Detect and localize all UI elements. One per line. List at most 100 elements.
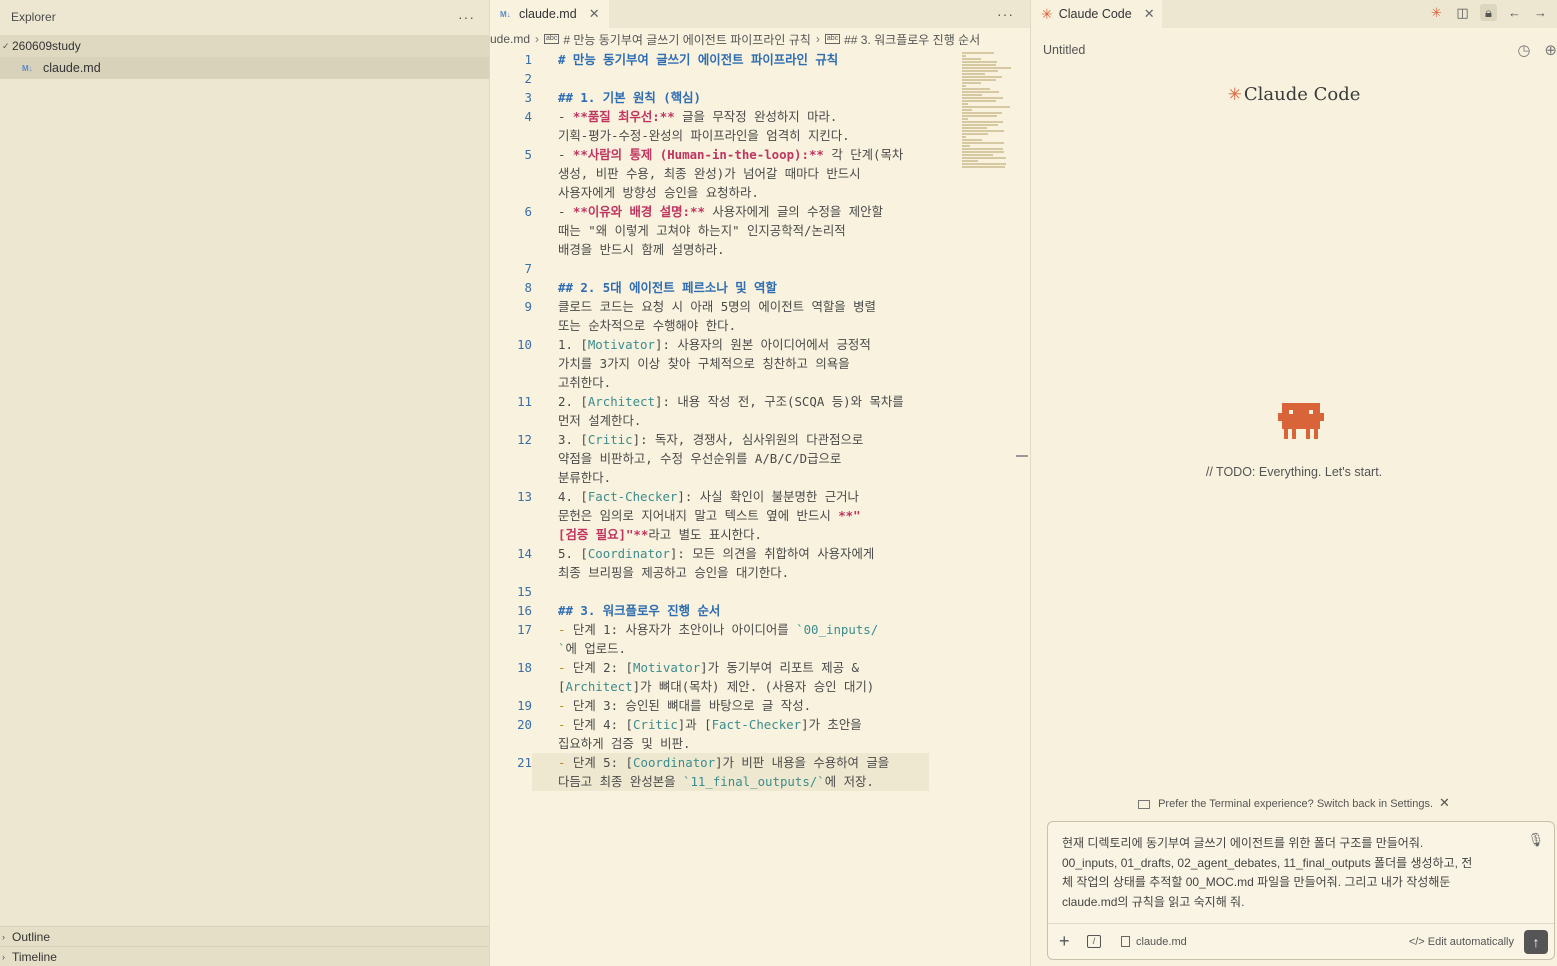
code-token: ]: 모든 의견을 취합하여 사용자에게: [669, 546, 875, 561]
code-line[interactable]: [검증 필요]"**라고 별도 표시한다.: [490, 525, 960, 544]
tab-claude-code[interactable]: ✳ Claude Code ✕: [1031, 0, 1162, 28]
logo-text: Claude Code: [1243, 84, 1361, 105]
code-line[interactable]: 최종 브리핑을 제공하고 승인을 대기한다.: [490, 563, 960, 582]
editor-pane: M↓ claude.md ✕ ··· ude.md › abc # 만능 동기부…: [490, 0, 1030, 966]
line-number: 21: [517, 755, 532, 770]
breadcrumb-file[interactable]: ude.md: [490, 32, 530, 46]
code-line[interactable]: 3 ## 1. 기본 원칙 (핵심): [490, 88, 960, 107]
code-line[interactable]: 집요하게 검증 및 비판.: [490, 734, 960, 753]
code-line[interactable]: 2: [490, 69, 960, 88]
folder-260609study[interactable]: ✓ 260609study: [0, 35, 489, 57]
code-line[interactable]: 8 ## 2. 5대 에이전트 페르소나 및 역할: [490, 278, 960, 297]
minimap-line: [962, 130, 1004, 132]
code-token: -: [558, 660, 573, 675]
scrollbar-marker[interactable]: [1016, 455, 1028, 457]
line-text: 때는 "왜 이렇게 고쳐야 하는지" 인지공학적/논리적: [532, 221, 846, 240]
timeline-section[interactable]: › Timeline: [0, 946, 489, 966]
code-line[interactable]: 5- **사람의 통제 (Human-in-the-loop):** 각 단계(…: [490, 145, 960, 164]
editor-more-icon[interactable]: ···: [997, 6, 1014, 22]
code-line[interactable]: 문헌은 임의로 지어내지 말고 텍스트 옆에 반드시 **": [490, 506, 960, 525]
code-line[interactable]: 사용자에게 방향성 승인을 요청하라.: [490, 183, 960, 202]
code-line[interactable]: 10 1. [Motivator]: 사용자의 원본 아이디어에서 긍정적: [490, 335, 960, 354]
editor-tabbar: M↓ claude.md ✕ ···: [490, 0, 1030, 28]
minimap-line: [962, 145, 971, 147]
explorer-more-icon[interactable]: ···: [458, 9, 475, 25]
code-line[interactable]: 11 2. [Architect]: 내용 작성 전, 구조(SCQA 등)와 목…: [490, 392, 960, 411]
breadcrumb-heading-1[interactable]: # 만능 동기부여 글쓰기 에이전트 파이프라인 규칙: [563, 31, 810, 48]
code-token: ]: 내용 작성 전, 구조(SCQA 등)와 목차를: [654, 394, 904, 409]
line-number: [490, 639, 532, 658]
minimap-line: [962, 133, 989, 135]
folder-label: 260609study: [12, 39, 81, 53]
code-token: 배경을 반드시 함께 설명하라.: [558, 242, 725, 257]
arrow-right-icon[interactable]: →: [1532, 4, 1549, 21]
code-token: 가치를 3가지 이상 찾아 구체적으로 칭찬하고 의욕을: [558, 356, 850, 371]
file-claude-md[interactable]: M↓ claude.md: [0, 57, 489, 79]
prompt-input-box[interactable]: 현재 디렉토리에 동기부여 글쓰기 에이전트를 위한 폴더 구조를 만들어줘. …: [1047, 821, 1555, 960]
file-chip[interactable]: claude.md: [1121, 936, 1187, 948]
timeline-label: Timeline: [12, 949, 57, 964]
code-line[interactable]: 20- 단계 4: [Critic]과 [Fact-Checker]가 초안을: [490, 715, 960, 734]
code-token: **품질 최우선:**: [572, 109, 675, 124]
code-line[interactable]: 생성, 비판 수용, 최종 완성)가 넘어갈 때마다 반드시: [490, 164, 960, 183]
new-chat-icon[interactable]: ⊕: [1544, 41, 1557, 59]
code-line[interactable]: 배경을 반드시 함께 설명하라.: [490, 240, 960, 259]
arrow-left-icon[interactable]: ←: [1506, 4, 1523, 21]
code-line[interactable]: 12 3. [Critic]: 독자, 경쟁사, 심사위원의 다관점으로: [490, 430, 960, 449]
code-line[interactable]: 4- **품질 최우선:** 글을 무작정 완성하지 마라.: [490, 107, 960, 126]
code-line[interactable]: 19- 단계 3: 승인된 뼈대를 바탕으로 글 작성.: [490, 696, 960, 715]
code-token: 생성, 비판 수용, 최종 완성)가 넘어갈 때마다 반드시: [558, 166, 861, 181]
prompt-input[interactable]: 현재 디렉토리에 동기부여 글쓰기 에이전트를 위한 폴더 구조를 만들어줘. …: [1062, 834, 1502, 912]
code-line[interactable]: 기획-평가-수정-완성의 파이프라인을 엄격히 지킨다.: [490, 126, 960, 145]
lock-icon[interactable]: 🔒︎: [1480, 4, 1497, 21]
code-line[interactable]: 21- 단계 5: [Coordinator]가 비판 내용을 수용하여 글을: [490, 753, 960, 772]
session-title: Untitled: [1043, 43, 1086, 57]
tab-claude-md[interactable]: M↓ claude.md ✕: [490, 0, 609, 28]
code-line[interactable]: 먼저 설계한다.: [490, 411, 960, 430]
claude-star-icon[interactable]: ✳: [1428, 4, 1445, 21]
line-number: 10: [517, 337, 532, 352]
split-editor-icon[interactable]: ◫: [1454, 4, 1471, 21]
code-line[interactable]: 때는 "왜 이렇게 고쳐야 하는지" 인지공학적/논리적: [490, 221, 960, 240]
code-token: -: [558, 717, 573, 732]
code-line[interactable]: `에 업로드.: [490, 639, 960, 658]
code-line[interactable]: 15: [490, 582, 960, 601]
history-icon[interactable]: ◷: [1517, 41, 1530, 59]
microphone-icon[interactable]: 🎙︎: [1527, 832, 1544, 848]
code-line[interactable]: 14 5. [Coordinator]: 모든 의견을 취합하여 사용자에게: [490, 544, 960, 563]
code-line[interactable]: 또는 순차적으로 수행해야 한다.: [490, 316, 960, 335]
code-line[interactable]: 고취한다.: [490, 373, 960, 392]
code-line[interactable]: 9 클로드 코드는 요청 시 아래 5명의 에이전트 역할을 병렬: [490, 297, 960, 316]
send-button[interactable]: ↑: [1524, 929, 1548, 954]
minimap[interactable]: [962, 52, 1014, 168]
line-text: 집요하게 검증 및 비판.: [532, 734, 690, 753]
code-line[interactable]: 18- 단계 2: [Motivator]가 동기부여 리포트 제공 &: [490, 658, 960, 677]
code-line[interactable]: 다듬고 최종 완성본을 `11_final_outputs/`에 저장.: [490, 772, 960, 791]
close-icon[interactable]: ✕: [589, 6, 600, 22]
add-icon[interactable]: +: [1059, 931, 1073, 952]
code-token: ## 3. 워크플로우 진행 순서: [558, 603, 721, 618]
minimap-line: [962, 55, 966, 57]
close-icon[interactable]: ✕: [1144, 6, 1155, 22]
code-line[interactable]: 분류한다.: [490, 468, 960, 487]
code-line[interactable]: [Architect]가 뼈대(목차) 제안. (사용자 승인 대기): [490, 677, 960, 696]
edit-mode-button[interactable]: </> Edit automatically: [1409, 936, 1514, 948]
breadcrumb-heading-3[interactable]: ## 3. 워크플로우 진행 순서: [844, 31, 980, 48]
code-line[interactable]: 6- **이유와 배경 설명:** 사용자에게 글의 수정을 제안할: [490, 202, 960, 221]
code-line[interactable]: 가치를 3가지 이상 찾아 구체적으로 칭찬하고 의욕을: [490, 354, 960, 373]
line-text: 다듬고 최종 완성본을 `11_final_outputs/`에 저장.: [532, 772, 929, 791]
close-icon[interactable]: ✕: [1439, 795, 1450, 810]
line-number: [490, 354, 532, 373]
code-line[interactable]: 13 4. [Fact-Checker]: 사실 확인이 불분명한 근거나: [490, 487, 960, 506]
code-line[interactable]: 7: [490, 259, 960, 278]
line-text: ## 1. 기본 원칙 (핵심): [532, 88, 701, 107]
code-line[interactable]: 1 # 만능 동기부여 글쓰기 에이전트 파이프라인 규칙: [490, 50, 960, 69]
outline-section[interactable]: › Outline: [0, 926, 489, 946]
code-line[interactable]: 16 ## 3. 워크플로우 진행 순서: [490, 601, 960, 620]
code-token: 단계 5: [: [572, 755, 634, 770]
slash-command-icon[interactable]: /: [1087, 935, 1101, 948]
notice-text[interactable]: Prefer the Terminal experience? Switch b…: [1158, 798, 1433, 810]
code-line[interactable]: 약점을 비판하고, 수정 우선순위를 A/B/C/D급으로: [490, 449, 960, 468]
code-area[interactable]: 1 # 만능 동기부여 글쓰기 에이전트 파이프라인 규칙 2 3 ## 1. 기본 원…: [490, 50, 960, 791]
code-line[interactable]: 17- 단계 1: 사용자가 초안이나 아이디어를 `00_inputs/: [490, 620, 960, 639]
